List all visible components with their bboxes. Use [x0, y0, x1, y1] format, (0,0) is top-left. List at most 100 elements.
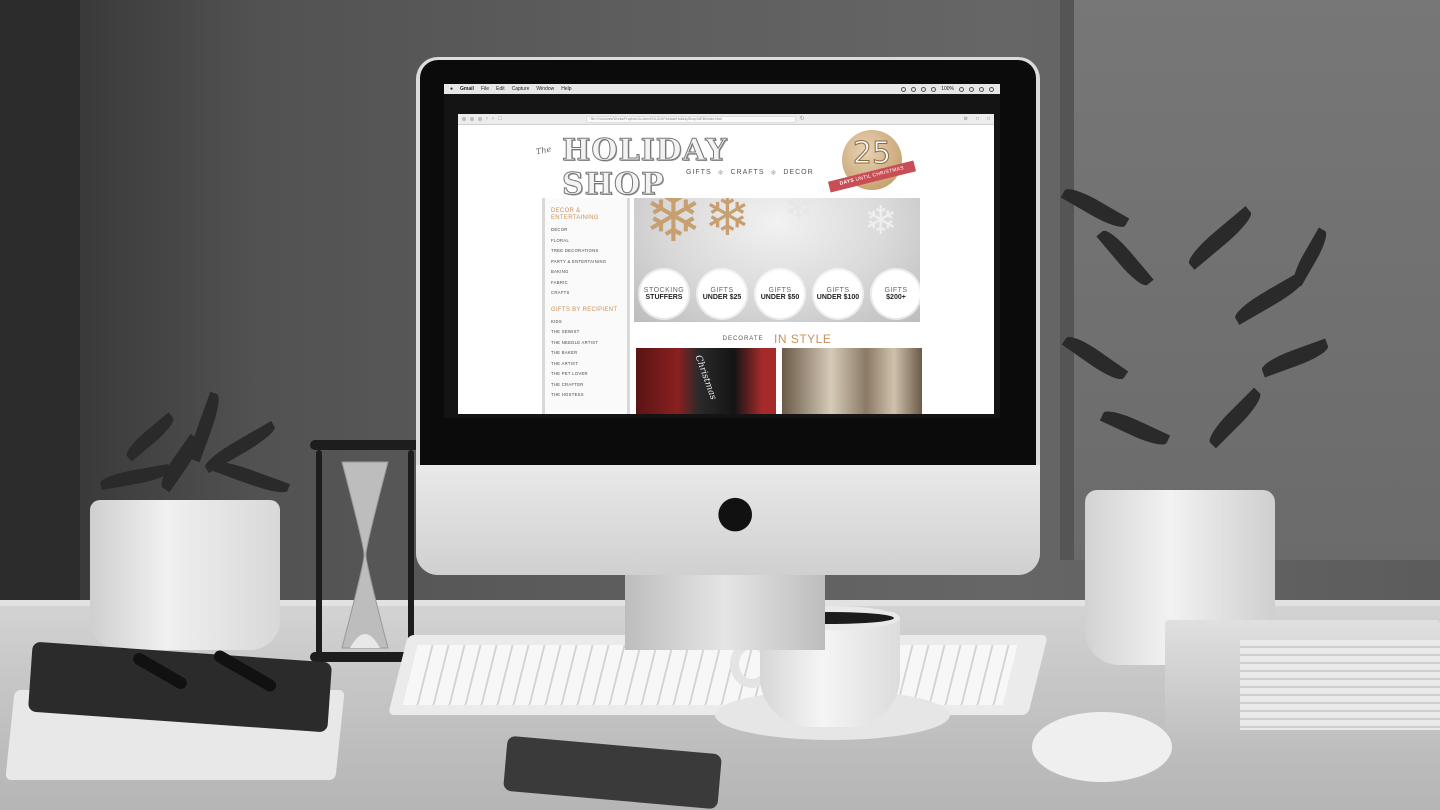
menu-item-capture[interactable]: Capture [512, 84, 530, 94]
browser-window: ‹ › □ file:///Volumes/Works/Projects/Jo-… [458, 114, 994, 414]
keyboard-keys [402, 645, 1018, 705]
snowflake-icon: ❄ [644, 198, 703, 258]
hourglass [310, 440, 420, 670]
settings-icon[interactable]: ⚙ [963, 116, 967, 122]
imac-stand [625, 570, 825, 650]
menu-item-help[interactable]: Help [561, 84, 571, 94]
volume-icon[interactable] [931, 86, 937, 92]
wifi-icon[interactable] [921, 86, 927, 92]
sidebar-link-decor[interactable]: DECOR [551, 225, 621, 236]
wall-shadow [0, 0, 80, 620]
circle-gifts-under-100[interactable]: GIFTS UNDER $100 [814, 270, 862, 318]
circle-stocking-stuffers[interactable]: STOCKING STUFFERS [640, 270, 688, 318]
sidebar-link-artist[interactable]: THE ARTIST [551, 359, 621, 370]
circle-top-text: GIFTS [826, 286, 850, 294]
sidebar-link-fabric[interactable]: FABRIC [551, 278, 621, 289]
reload-icon[interactable]: ↻ [800, 114, 805, 124]
chalkboard-text: Christmas [692, 354, 718, 402]
circle-top-text: GIFTS [884, 286, 908, 294]
display-icon[interactable] [911, 86, 917, 92]
search-icon[interactable] [979, 86, 984, 92]
sidebar-link-baking[interactable]: BAKING [551, 267, 621, 278]
status-icon[interactable] [901, 86, 907, 92]
circle-bottom-text: UNDER $25 [702, 293, 742, 301]
logo-sub-crafts: CRAFTS [730, 169, 765, 176]
circle-gifts-under-25[interactable]: GIFTS UNDER $25 [698, 270, 746, 318]
snowflake-icon: ❄ [717, 170, 725, 177]
sidebar-link-kids[interactable]: KIDS [551, 317, 621, 328]
circle-top-text: GIFTS [710, 286, 734, 294]
sidebar-link-crafter[interactable]: THE CRAFTER [551, 380, 621, 391]
status-area: 100% [901, 86, 1000, 92]
book-stack [1240, 640, 1440, 730]
category-sidebar: DECOR & ENTERTAINING DECOR FLORAL TREE D… [542, 198, 630, 414]
sidebar-link-party[interactable]: PARTY & ENTERTAINING [551, 257, 621, 268]
circle-top-text: GIFTS [768, 286, 792, 294]
logo-the: The [535, 144, 553, 157]
menu-item-app[interactable]: Gmail [460, 84, 474, 94]
sidebar-heading[interactable]: GIFTS BY RECIPIENT [551, 307, 621, 314]
minimize-window-icon[interactable] [470, 117, 474, 121]
circle-gifts-200-plus[interactable]: GIFTS $200+ [872, 270, 920, 318]
tabs-icon[interactable]: □ [987, 116, 990, 122]
back-arrow-icon[interactable]: ‹ [486, 114, 488, 124]
sidebar-heading[interactable]: DECOR & ENTERTAINING [551, 208, 621, 222]
notification-icon[interactable] [989, 86, 994, 92]
forward-arrow-icon[interactable]: › [492, 114, 494, 124]
logo-title: HOLIDAY SHOP [562, 133, 728, 202]
share-icon[interactable]: □ [976, 116, 979, 122]
browser-toolbar: ‹ › □ file:///Volumes/Works/Projects/Jo-… [458, 114, 994, 125]
circle-gifts-under-50[interactable]: GIFTS UNDER $50 [756, 270, 804, 318]
circle-top-text: STOCKING [643, 286, 685, 294]
sidebar-link-hostess[interactable]: THE HOSTESS [551, 390, 621, 401]
logo-sub-gifts: GIFTS [686, 169, 712, 176]
left-plant-pot [90, 500, 280, 650]
site-logo[interactable]: The HOLIDAY SHOP GIFTS ❄ CRAFTS ❄ DECOR [535, 133, 812, 202]
sidebar-icon[interactable]: □ [498, 114, 502, 124]
apple-menu-icon[interactable]: ● [450, 84, 453, 94]
sidebar-link-tree-decorations[interactable]: TREE DECORATIONS [551, 246, 621, 257]
menu-bar: ● Gmail File Edit Capture Window Help 10… [444, 84, 1000, 94]
battery-percent[interactable]: 100% [941, 86, 954, 92]
logo-subtitle: GIFTS ❄ CRAFTS ❄ DECOR [686, 169, 814, 177]
snowflake-icon: ❄ [784, 198, 813, 228]
snowflake-icon: ❄ [864, 198, 898, 244]
product-photo[interactable] [782, 348, 922, 414]
sidebar-link-floral[interactable]: FLORAL [551, 236, 621, 247]
circle-bottom-text: UNDER $100 [816, 293, 860, 301]
holiday-shop-page: The HOLIDAY SHOP GIFTS ❄ CRAFTS ❄ DECOR … [458, 126, 994, 414]
user-icon[interactable] [969, 86, 974, 92]
product-photo[interactable]: Christmas [636, 348, 776, 414]
window-background [1060, 0, 1440, 560]
sidebar-link-sewist[interactable]: THE SEWIST [551, 327, 621, 338]
ribbon-days: DAYS [839, 177, 855, 187]
imac-screen: ● Gmail File Edit Capture Window Help 10… [444, 84, 1000, 418]
section-heading-big: IN STYLE [774, 331, 832, 346]
menu-item-edit[interactable]: Edit [496, 84, 505, 94]
logo-sub-decor: DECOR [783, 169, 814, 176]
section-heading-small: DECORATE [722, 335, 764, 342]
sidebar-link-crafts[interactable]: CRAFTS [551, 288, 621, 299]
zoom-window-icon[interactable] [478, 117, 482, 121]
sidebar-group-gifts: GIFTS BY RECIPIENT KIDS THE SEWIST THE N… [551, 307, 621, 401]
sidebar-group-decor: DECOR & ENTERTAINING DECOR FLORAL TREE D… [551, 208, 621, 299]
section-heading: DECORATE IN STYLE [634, 330, 920, 346]
sidebar-link-baker[interactable]: THE BAKER [551, 348, 621, 359]
hero-banner: ❄ ❄ ❄ ❄ STOCKING STUFFERS GIFTS UNDER $2… [634, 198, 920, 322]
apple-logo-icon: ● [716, 486, 755, 537]
address-bar[interactable]: file:///Volumes/Works/Projects/Jo-Ann/HO… [585, 115, 796, 123]
menu-item-window[interactable]: Window [536, 84, 554, 94]
battery-icon[interactable] [959, 86, 964, 92]
mouse [1032, 712, 1172, 782]
snowflake-icon: ❄ [770, 170, 778, 177]
sidebar-link-needle-artist[interactable]: THE NEEDLE ARTIST [551, 338, 621, 349]
close-window-icon[interactable] [462, 117, 466, 121]
product-photos: Christmas [636, 348, 926, 414]
price-circles: STOCKING STUFFERS GIFTS UNDER $25 GIFTS … [640, 270, 920, 318]
circle-bottom-text: STUFFERS [645, 293, 683, 301]
circle-bottom-text: $200+ [886, 293, 906, 301]
menu-item-file[interactable]: File [481, 84, 489, 94]
sidebar-link-pet-lover[interactable]: THE PET LOVER [551, 369, 621, 380]
snowflake-icon: ❄ [704, 198, 751, 249]
circle-bottom-text: UNDER $50 [760, 293, 800, 301]
